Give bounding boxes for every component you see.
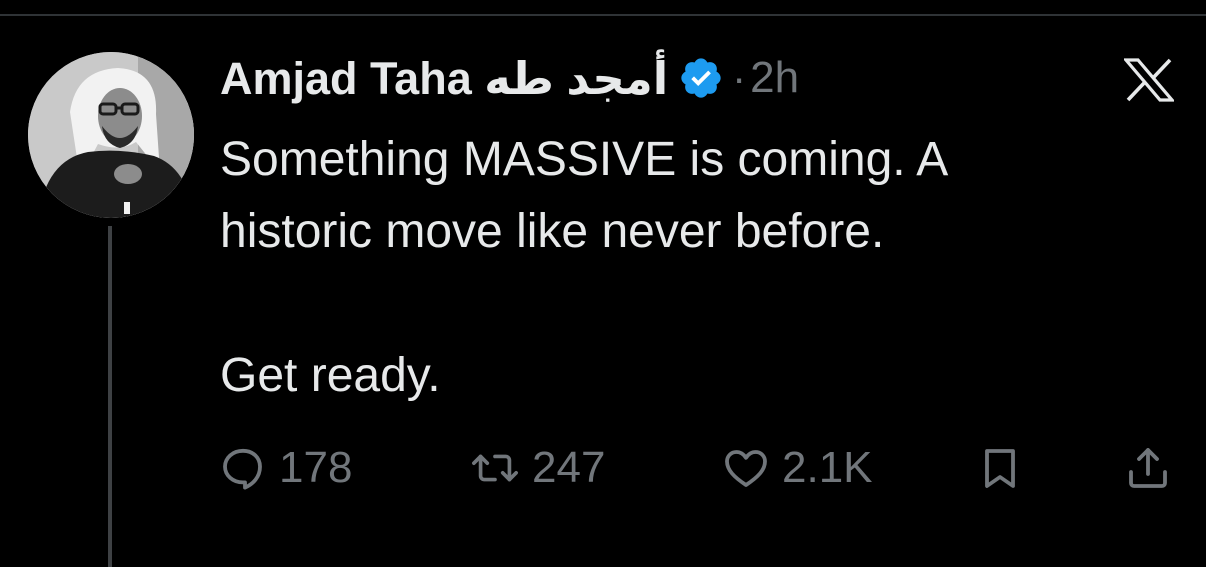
bookmark-icon (985, 449, 1015, 488)
heart-icon (725, 450, 767, 487)
bookmark-button[interactable] (976, 436, 1024, 500)
retweet-count: 247 (532, 443, 606, 492)
retweet-button[interactable]: 247 (470, 436, 605, 500)
avatar[interactable] (28, 52, 194, 218)
share-upload-icon (1129, 448, 1167, 488)
like-button[interactable]: 2.1K (722, 436, 873, 500)
share-button[interactable] (1124, 436, 1172, 500)
top-divider (0, 14, 1206, 16)
avatar-photo (28, 52, 194, 218)
separator-dot: · (732, 54, 747, 101)
tweet-text: Something MASSIVE is coming. A historic … (220, 133, 949, 402)
reply-button[interactable]: 178 (219, 436, 352, 500)
timestamp[interactable]: 2h (750, 53, 799, 103)
retweet-arrows-icon (472, 454, 518, 482)
x-logo-icon[interactable] (1122, 58, 1176, 102)
reply-count: 178 (279, 443, 353, 492)
like-count: 2.1K (782, 443, 873, 492)
speech-bubble-icon (223, 448, 262, 490)
author-name[interactable]: Amjad Taha أمجد طه (220, 52, 668, 105)
tweet-header: Amjad Taha أمجد طه · 2h (220, 48, 799, 108)
action-bar: 178 247 2.1K (0, 436, 1206, 500)
thread-line (108, 226, 112, 567)
verified-badge-icon[interactable] (678, 55, 724, 101)
